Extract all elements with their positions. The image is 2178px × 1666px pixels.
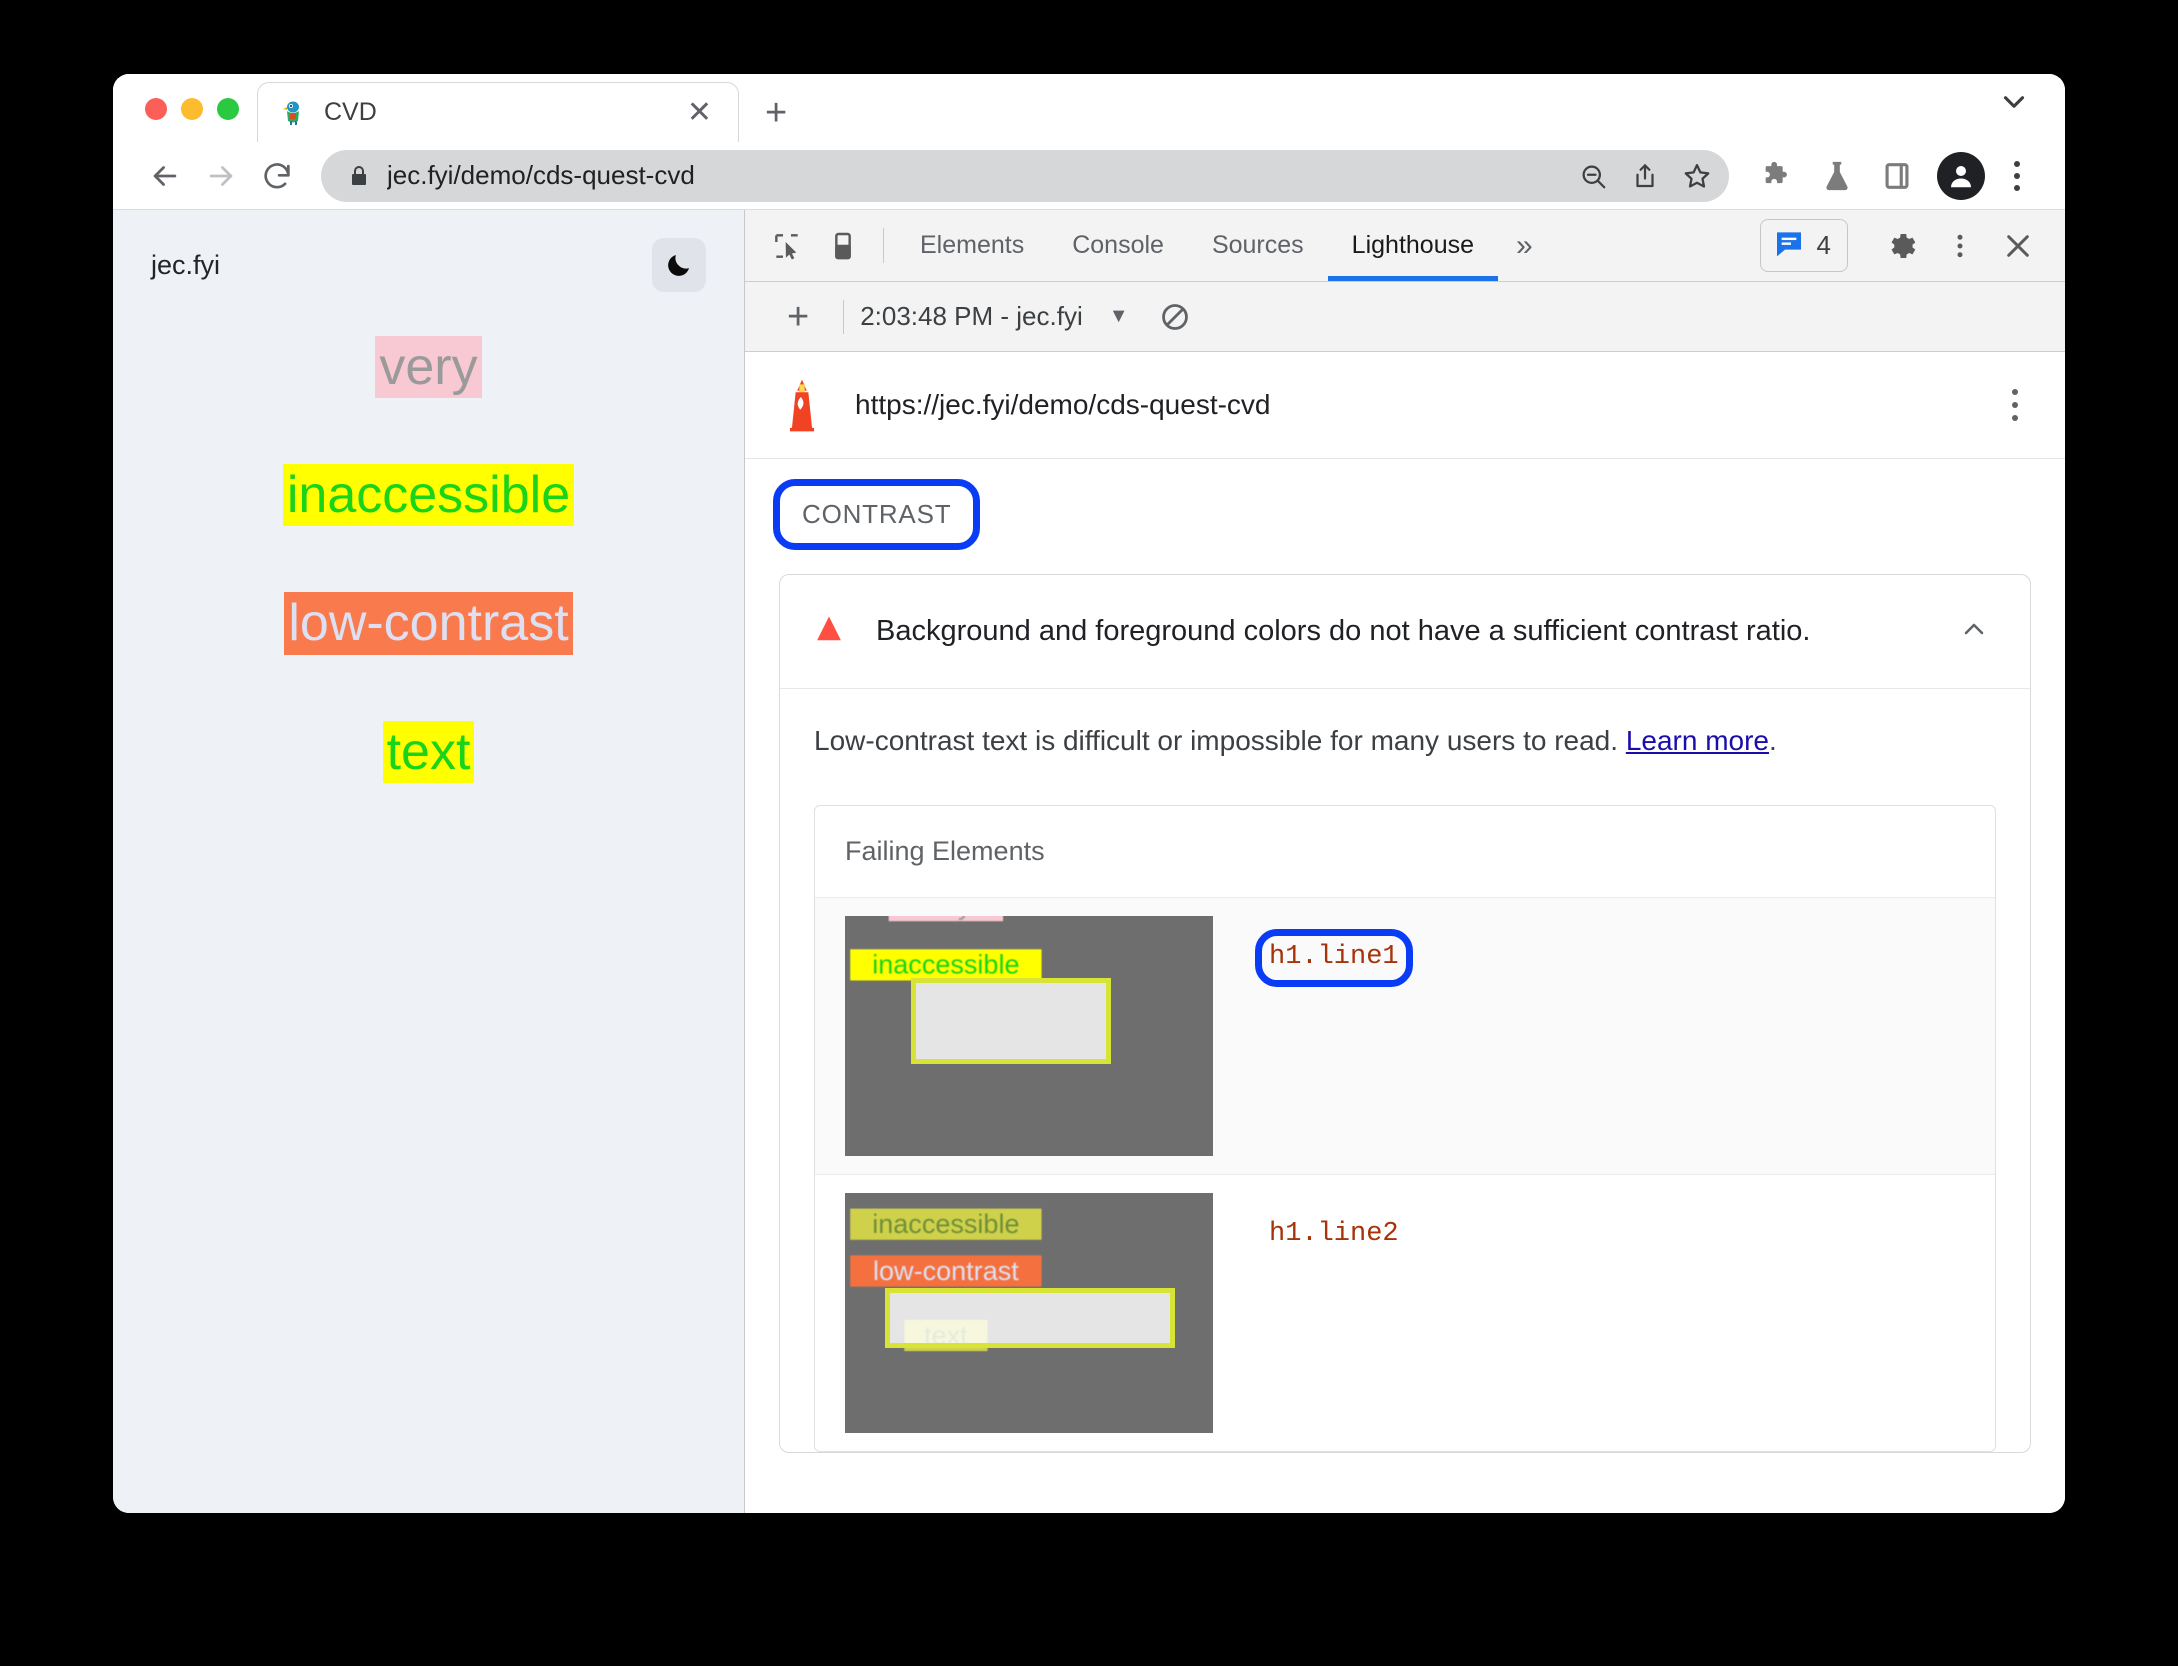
arrow-right-icon[interactable] <box>193 148 249 204</box>
browser-window: CVD ✕ + jec.fyi/demo/cds-quest-cvd jec.f… <box>113 74 2065 1513</box>
window-close-button[interactable] <box>145 98 167 120</box>
lock-icon <box>347 163 371 189</box>
parrot-favicon <box>280 100 306 126</box>
site-name: jec.fyi <box>151 249 221 280</box>
tab-console[interactable]: Console <box>1048 210 1188 281</box>
browser-nav-toolbar: jec.fyi/demo/cds-quest-cvd <box>113 142 2065 210</box>
star-icon[interactable] <box>1671 150 1723 202</box>
plus-icon[interactable]: + <box>769 298 827 336</box>
no-entry-icon[interactable] <box>1159 301 1191 333</box>
tab-sources[interactable]: Sources <box>1188 210 1328 281</box>
moon-icon[interactable] <box>652 238 706 292</box>
page-viewport: jec.fyi very inaccessible low-contrast t… <box>113 210 745 1513</box>
share-icon[interactable] <box>1619 150 1671 202</box>
demo-line-very: very <box>375 336 482 399</box>
tab-title: CVD <box>324 98 377 126</box>
chevron-down-icon[interactable] <box>1997 85 2031 124</box>
address-bar-url: jec.fyi/demo/cds-quest-cvd <box>387 160 695 190</box>
report-selector[interactable]: 2:03:48 PM - jec.fyi ▼ <box>860 301 1128 332</box>
issues-count: 4 <box>1816 230 1831 260</box>
flask-icon[interactable] <box>1809 148 1865 204</box>
audit-description-text: Low-contrast text is difficult or imposs… <box>814 725 1626 756</box>
devtools-toolbar-right: 4 <box>1759 210 2065 281</box>
reload-icon[interactable] <box>249 148 305 204</box>
failing-selector-line1[interactable]: h1.line1 <box>1269 942 1399 972</box>
page-header: jec.fyi <box>113 210 744 292</box>
report-url: https://jec.fyi/demo/cds-quest-cvd <box>855 389 1271 420</box>
chevron-up-icon[interactable] <box>1952 613 1996 650</box>
table-row: very inaccessible h1.line1 <box>815 897 1995 1174</box>
warning-triangle-icon <box>814 614 844 649</box>
gear-icon[interactable] <box>1873 217 1931 275</box>
browser-tab[interactable]: CVD ✕ <box>257 82 739 142</box>
demo-text-lines: very inaccessible low-contrast text <box>113 336 744 783</box>
learn-more-link[interactable]: Learn more <box>1626 725 1769 756</box>
audit-title: Background and foreground colors do not … <box>876 615 1811 647</box>
close-icon[interactable] <box>1989 217 2047 275</box>
divider <box>843 299 845 334</box>
audit-card: Background and foreground colors do not … <box>779 574 2031 1453</box>
avatar-person-icon[interactable] <box>1937 151 1985 200</box>
category-badge-contrast[interactable]: CONTRAST <box>779 485 975 544</box>
inspect-cursor-icon[interactable] <box>759 210 815 281</box>
element-screenshot-line2: inaccessible low-contrast text <box>845 1193 1213 1433</box>
address-bar[interactable]: jec.fyi/demo/cds-quest-cvd <box>321 149 1729 202</box>
demo-line-inaccessible: inaccessible <box>282 464 575 527</box>
lighthouse-toolbar: + 2:03:48 PM - jec.fyi ▼ <box>745 282 2065 352</box>
content-split: jec.fyi very inaccessible low-contrast t… <box>113 210 2065 1513</box>
device-toolbar-icon[interactable] <box>815 210 871 281</box>
report-label: 2:03:48 PM - jec.fyi <box>860 301 1083 331</box>
devtools-panel: Elements Console Sources Lighthouse » 4 <box>745 210 2065 1513</box>
highlight-box <box>885 1288 1175 1348</box>
window-traffic-lights <box>113 98 239 142</box>
table-row: inaccessible low-contrast text h1.line2 <box>815 1174 1995 1451</box>
tab-lighthouse[interactable]: Lighthouse <box>1327 210 1499 281</box>
failing-selector-line2[interactable]: h1.line2 <box>1269 1219 1399 1249</box>
tab-elements[interactable]: Elements <box>896 210 1048 281</box>
lighthouse-report: https://jec.fyi/demo/cds-quest-cvd CONTR… <box>745 352 2065 1513</box>
failing-elements-title: Failing Elements <box>845 836 1045 866</box>
window-minimize-button[interactable] <box>181 98 203 120</box>
plus-icon[interactable]: + <box>765 94 787 132</box>
kebab-menu-icon[interactable] <box>1931 217 1989 275</box>
report-url-row: https://jec.fyi/demo/cds-quest-cvd <box>745 352 2065 459</box>
divider <box>883 228 884 263</box>
category-row: CONTRAST <box>745 459 2065 566</box>
caret-down-icon: ▼ <box>1108 305 1129 327</box>
close-icon[interactable]: ✕ <box>679 94 720 132</box>
kebab-menu-icon[interactable] <box>1995 150 2039 202</box>
devtools-tabbar: Elements Console Sources Lighthouse » 4 <box>745 210 2065 282</box>
audit-description: Low-contrast text is difficult or imposs… <box>780 689 2030 787</box>
issues-speech-bubble-icon <box>1773 227 1805 264</box>
window-maximize-button[interactable] <box>217 98 239 120</box>
audit-description-period: . <box>1769 725 1777 756</box>
element-screenshot-line1: very inaccessible <box>845 916 1213 1156</box>
side-panel-icon[interactable] <box>1869 148 1925 204</box>
puzzle-icon[interactable] <box>1749 148 1805 204</box>
more-tabs-icon[interactable]: » <box>1498 210 1551 281</box>
demo-line-low-contrast: low-contrast <box>284 592 573 655</box>
issues-button[interactable]: 4 <box>1759 219 1848 272</box>
lighthouse-icon <box>779 378 825 432</box>
zoom-out-icon[interactable] <box>1567 150 1619 202</box>
kebab-menu-icon[interactable] <box>1993 389 2037 421</box>
arrow-left-icon[interactable] <box>137 148 193 204</box>
demo-line-text: text <box>382 720 475 783</box>
highlight-box <box>911 978 1111 1064</box>
failing-elements-box: Failing Elements very inaccessible h <box>814 805 1996 1452</box>
audit-header[interactable]: Background and foreground colors do not … <box>780 575 2030 689</box>
tab-strip: CVD ✕ + <box>113 74 2065 142</box>
